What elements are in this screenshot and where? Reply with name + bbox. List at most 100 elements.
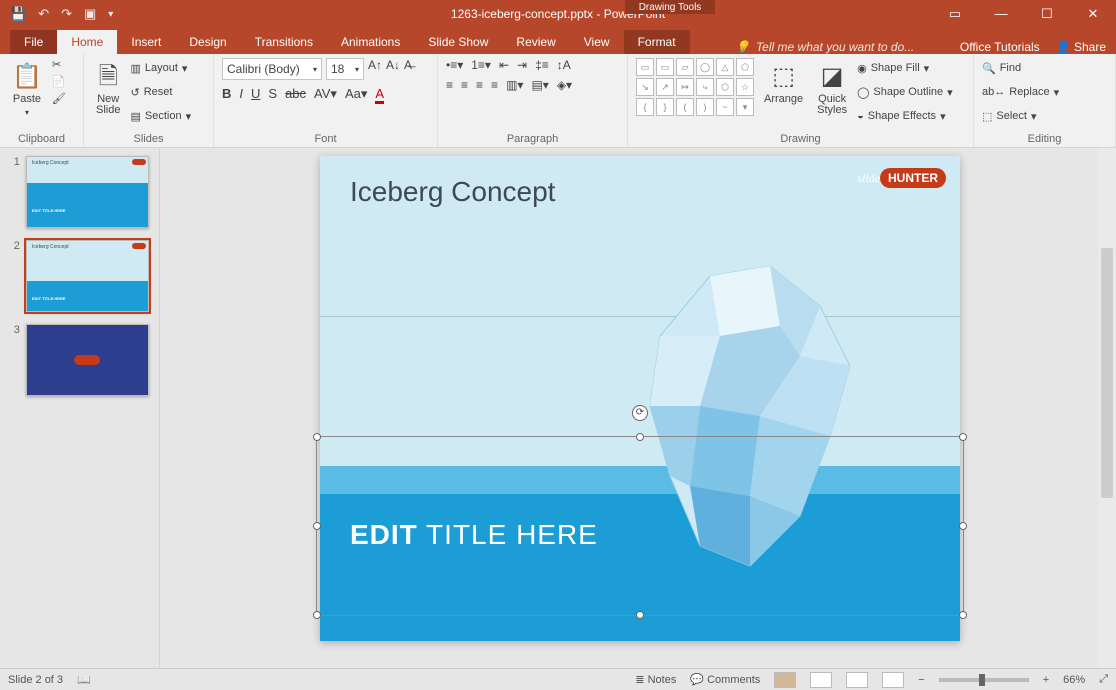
- group-clipboard-label: Clipboard: [8, 131, 75, 145]
- reading-view-icon[interactable]: [846, 672, 868, 688]
- thumb-number: 3: [10, 324, 20, 396]
- shape-outline-button[interactable]: ◯ Shape Outline ▾: [857, 82, 953, 102]
- close-icon[interactable]: ✕: [1070, 0, 1116, 28]
- align-right-icon[interactable]: ≡: [476, 78, 483, 92]
- zoom-in-icon[interactable]: +: [1043, 674, 1049, 686]
- find-button[interactable]: 🔍 Find: [982, 58, 1059, 78]
- shapes-gallery[interactable]: ▭▭▱◯△⬠ ↘↗↦⤷⬡☆ {}()~▾: [636, 58, 754, 116]
- selection-outline[interactable]: ⟳: [316, 436, 964, 616]
- grow-font-icon[interactable]: A↑: [368, 58, 382, 80]
- tab-review[interactable]: Review: [502, 30, 569, 54]
- group-paragraph-label: Paragraph: [446, 131, 619, 145]
- paste-button[interactable]: 📋Paste▾: [8, 58, 46, 120]
- slide-thumbnail-3[interactable]: [26, 324, 149, 396]
- tab-animations[interactable]: Animations: [327, 30, 414, 54]
- tab-insert[interactable]: Insert: [117, 30, 175, 54]
- vertical-scrollbar[interactable]: [1098, 148, 1116, 668]
- slide-counter: Slide 2 of 3: [8, 674, 63, 686]
- slide-title[interactable]: Iceberg Concept: [350, 176, 555, 208]
- sorter-view-icon[interactable]: [810, 672, 832, 688]
- copy-icon[interactable]: 📄: [52, 75, 66, 88]
- quick-styles-button[interactable]: ◪Quick Styles: [813, 58, 851, 118]
- rotate-handle-icon[interactable]: ⟳: [632, 405, 648, 421]
- maximize-icon[interactable]: ☐: [1024, 0, 1070, 28]
- layout-button[interactable]: ▥ Layout ▾: [130, 58, 191, 78]
- tab-home[interactable]: Home: [57, 30, 117, 54]
- font-family-select[interactable]: Calibri (Body)▾: [222, 58, 322, 80]
- group-slides-label: Slides: [92, 131, 205, 145]
- thumb-number: 1: [10, 156, 20, 228]
- cut-icon[interactable]: ✂: [52, 58, 66, 71]
- strike-button[interactable]: abc: [285, 86, 306, 104]
- indent-inc-icon[interactable]: ⇥: [517, 58, 527, 72]
- zoom-level[interactable]: 66%: [1063, 674, 1085, 686]
- section-button[interactable]: ▤ Section ▾: [130, 106, 191, 126]
- slide-editor[interactable]: Iceberg Concept slideHUNTER: [160, 148, 1116, 668]
- zoom-out-icon[interactable]: −: [918, 674, 924, 686]
- format-painter-icon[interactable]: 🖌: [52, 92, 66, 105]
- change-case-button[interactable]: Aa▾: [345, 86, 367, 104]
- shrink-font-icon[interactable]: A↓: [386, 58, 400, 80]
- normal-view-icon[interactable]: [774, 672, 796, 688]
- justify-icon[interactable]: ≡: [491, 78, 498, 92]
- align-left-icon[interactable]: ≡: [446, 78, 453, 92]
- reset-button[interactable]: ↺ Reset: [130, 82, 191, 102]
- columns-icon[interactable]: ▥▾: [506, 78, 523, 92]
- fit-window-icon[interactable]: ⤢: [1099, 673, 1108, 686]
- indent-dec-icon[interactable]: ⇤: [499, 58, 509, 72]
- contextual-tab-label: Drawing Tools: [625, 0, 715, 14]
- numbering-button[interactable]: 1≡▾: [471, 58, 491, 72]
- share-button[interactable]: 👤 Share: [1056, 40, 1106, 54]
- smartart-icon[interactable]: ◈▾: [557, 78, 572, 92]
- office-tutorials-link[interactable]: Office Tutorials: [960, 40, 1040, 54]
- save-icon[interactable]: 💾: [10, 6, 26, 22]
- comments-button[interactable]: 💬 Comments: [690, 673, 760, 686]
- font-size-select[interactable]: 18▾: [326, 58, 364, 80]
- start-show-icon[interactable]: ▣: [84, 6, 96, 22]
- new-slide-button[interactable]: 🗎New Slide: [92, 58, 124, 118]
- line-spacing-icon[interactable]: ‡≡: [535, 58, 549, 72]
- tab-view[interactable]: View: [570, 30, 624, 54]
- tab-file[interactable]: File: [10, 30, 57, 54]
- tab-transitions[interactable]: Transitions: [241, 30, 327, 54]
- arrange-button[interactable]: ⬚Arrange: [760, 58, 807, 107]
- tab-format[interactable]: Format: [624, 30, 690, 54]
- text-direction-icon[interactable]: ↕A: [557, 58, 571, 72]
- slide-thumbnail-1[interactable]: Iceberg Concept EDIT TITLE HERE: [26, 156, 149, 228]
- minimize-icon[interactable]: —: [978, 0, 1024, 28]
- slide-canvas[interactable]: Iceberg Concept slideHUNTER: [320, 156, 960, 641]
- redo-icon[interactable]: ↷: [61, 6, 72, 22]
- spacing-button[interactable]: AV▾: [314, 86, 337, 104]
- group-drawing-label: Drawing: [636, 131, 965, 145]
- shadow-button[interactable]: S: [268, 86, 277, 104]
- slide-thumbnail-2[interactable]: Iceberg Concept EDIT TITLE HERE: [26, 240, 149, 312]
- group-editing-label: Editing: [982, 131, 1107, 145]
- slide-thumbnail-pane[interactable]: 1 Iceberg Concept EDIT TITLE HERE 2 Iceb…: [0, 148, 160, 668]
- spellcheck-icon[interactable]: 📖: [77, 673, 91, 686]
- select-button[interactable]: ⬚ Select ▾: [982, 106, 1059, 126]
- zoom-slider[interactable]: [939, 678, 1029, 682]
- slidehunter-logo: slideHUNTER: [857, 168, 946, 188]
- bold-button[interactable]: B: [222, 86, 231, 104]
- undo-icon[interactable]: ↶: [38, 6, 49, 22]
- qat-more-icon[interactable]: ▾: [108, 9, 113, 20]
- notes-button[interactable]: ≣ Notes: [635, 673, 676, 686]
- ribbon-options-icon[interactable]: ▭: [932, 0, 978, 28]
- tab-slideshow[interactable]: Slide Show: [414, 30, 502, 54]
- align-text-icon[interactable]: ▤▾: [531, 78, 548, 92]
- bulb-icon: 💡: [735, 40, 750, 54]
- bullets-button[interactable]: •≡▾: [446, 58, 463, 72]
- italic-button[interactable]: I: [239, 86, 243, 104]
- replace-button[interactable]: ab↔ Replace ▾: [982, 82, 1059, 102]
- thumb-number: 2: [10, 240, 20, 312]
- clear-format-icon[interactable]: A̶: [404, 58, 412, 80]
- tab-design[interactable]: Design: [175, 30, 240, 54]
- tell-me-input[interactable]: 💡Tell me what you want to do...: [735, 40, 914, 54]
- slideshow-view-icon[interactable]: [882, 672, 904, 688]
- group-font-label: Font: [222, 131, 429, 145]
- shape-effects-button[interactable]: ◒ Shape Effects ▾: [857, 106, 953, 126]
- align-center-icon[interactable]: ≡: [461, 78, 468, 92]
- font-color-button[interactable]: A: [375, 86, 384, 104]
- shape-fill-button[interactable]: ◉ Shape Fill ▾: [857, 58, 953, 78]
- underline-button[interactable]: U: [251, 86, 260, 104]
